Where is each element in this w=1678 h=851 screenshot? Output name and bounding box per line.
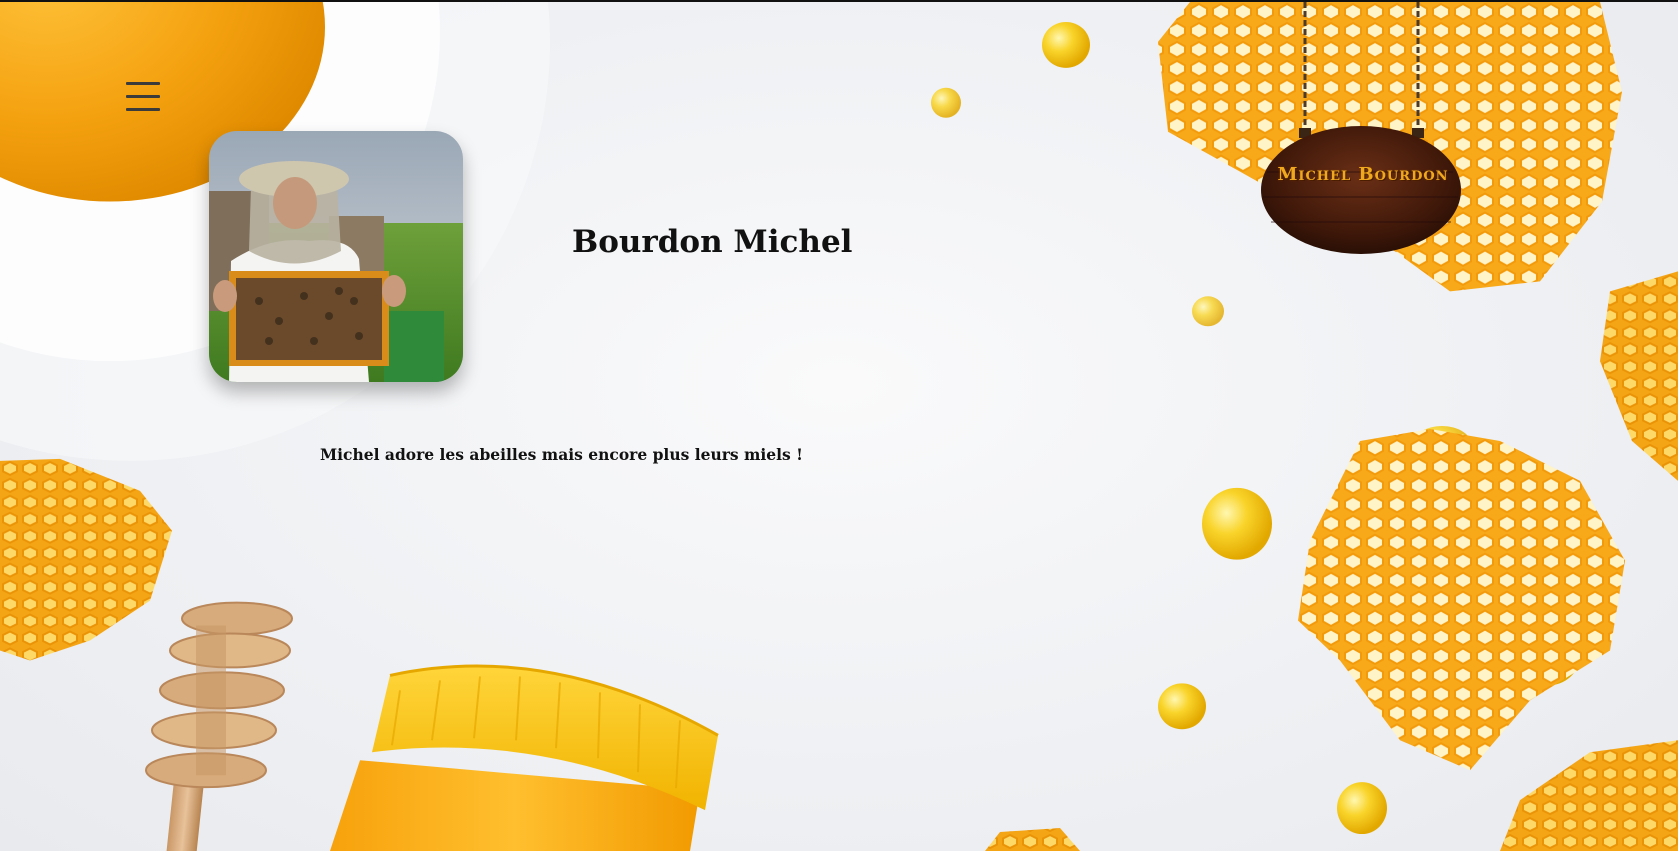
menu-bar-middle: [126, 95, 160, 98]
menu-bar-top: [126, 82, 160, 85]
beekeeper-profile-photo: [209, 131, 463, 382]
profile-bio: Michel adore les abeilles mais encore pl…: [320, 445, 803, 464]
hamburger-menu-icon[interactable]: [126, 80, 162, 114]
menu-bar-bottom: [126, 108, 160, 111]
hanging-wooden-sign: Michel Bourdon: [1253, 2, 1473, 262]
profile-name: Bourdon Michel: [572, 224, 853, 260]
hanging-sign-graphic: [1261, 2, 1461, 254]
page: Bourdon Michel Michel adore les abeilles…: [0, 0, 1678, 851]
sign-text: Michel Bourdon: [1277, 164, 1449, 185]
